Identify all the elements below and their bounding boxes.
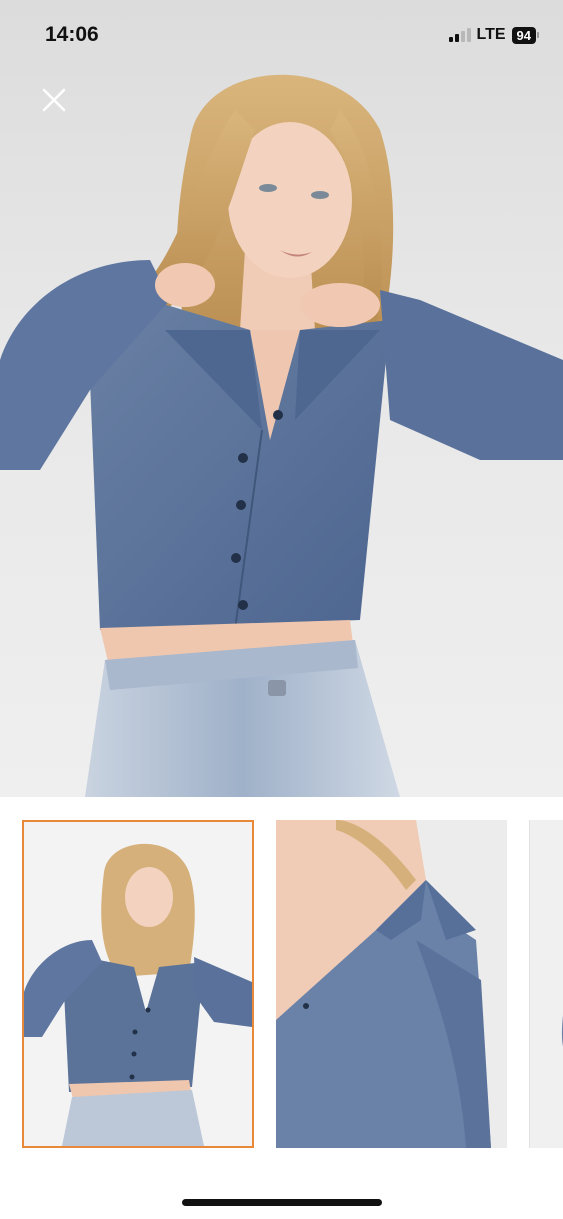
thumbnail-partial[interactable] <box>529 820 563 1148</box>
signal-icon <box>448 28 471 42</box>
thumbnail-detail-image <box>276 820 491 1148</box>
main-product-image[interactable] <box>0 0 563 797</box>
thumbnail-collar-detail[interactable] <box>276 820 507 1148</box>
thumbnail-selected[interactable] <box>22 820 254 1148</box>
status-time: 14:06 <box>45 23 99 46</box>
thumbnail-strip[interactable] <box>0 820 563 1150</box>
thumbnail-partial-image <box>561 1015 563 1047</box>
home-indicator[interactable] <box>182 1199 382 1206</box>
close-button[interactable] <box>38 84 70 116</box>
battery-level: 94 <box>511 26 536 44</box>
product-image-viewer: 14:06 LTE 94 <box>0 0 563 1219</box>
status-indicators: LTE 94 <box>448 26 539 44</box>
battery-icon: 94 <box>511 26 539 44</box>
status-bar: 14:06 LTE 94 <box>0 0 563 70</box>
close-icon <box>42 88 66 112</box>
network-label: LTE <box>476 26 506 43</box>
thumbnail-front-image <box>24 843 252 1146</box>
model-photo <box>0 74 563 797</box>
